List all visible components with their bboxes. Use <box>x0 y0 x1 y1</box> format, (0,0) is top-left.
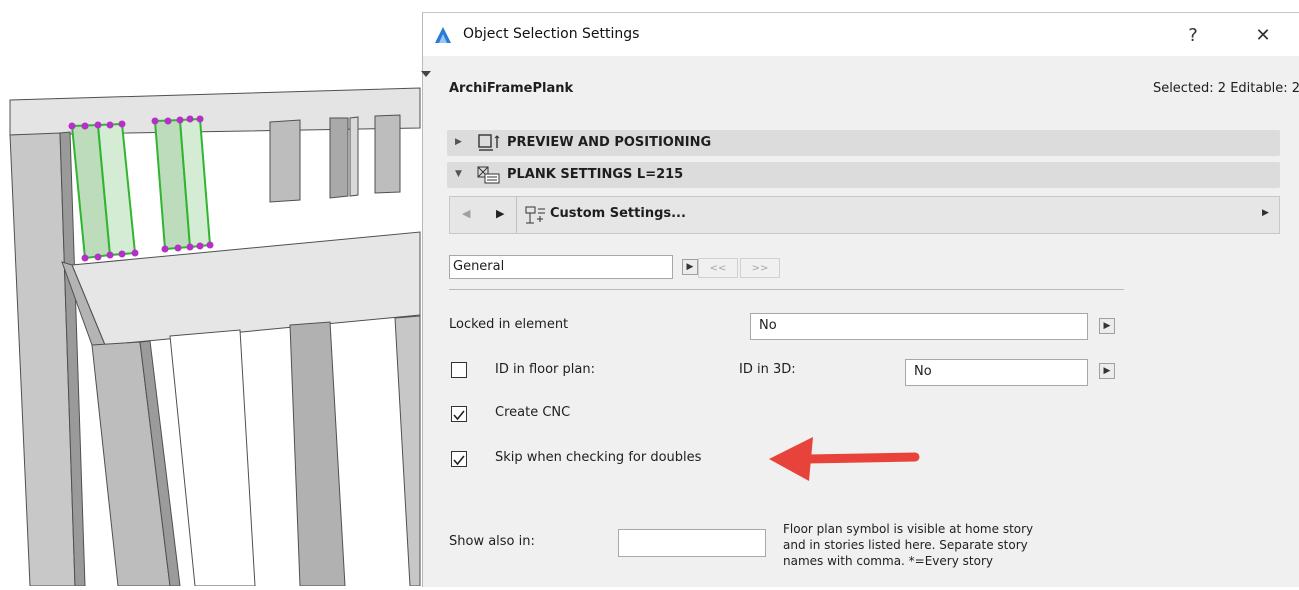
next-page-button[interactable]: >> <box>740 258 780 278</box>
page-select-value: General <box>453 259 505 274</box>
object-selection-settings-dialog: Object Selection Settings ? ✕ ArchiFrame… <box>421 12 1299 587</box>
skip-doubles-label: Skip when checking for doubles <box>495 450 702 465</box>
locked-in-element-value: No <box>759 318 777 333</box>
locked-in-element-arrow[interactable]: ▶ <box>1099 318 1115 334</box>
annotation-arrow-icon <box>769 437 920 481</box>
help-line-1: Floor plan symbol is visible at home sto… <box>783 522 1034 536</box>
checkmark-icon <box>453 455 465 466</box>
help-button[interactable]: ? <box>1175 21 1211 49</box>
show-also-in-label: Show also in: <box>449 534 535 549</box>
title-bar[interactable]: Object Selection Settings ? ✕ <box>423 13 1299 56</box>
show-also-in-input[interactable] <box>618 529 766 557</box>
id-3d-arrow[interactable]: ▶ <box>1099 363 1115 379</box>
archicad-app-icon <box>435 27 451 43</box>
close-button[interactable]: ✕ <box>1245 21 1281 49</box>
help-line-3: names with comma. *=Every story <box>783 554 993 568</box>
panel-preview-label: PREVIEW AND POSITIONING <box>507 135 712 150</box>
locked-in-element-label: Locked in element <box>449 317 569 332</box>
previous-page-button[interactable]: << <box>698 258 738 278</box>
custom-settings-icon <box>525 206 545 224</box>
object-name: ArchiFramePlank <box>449 81 574 96</box>
id-3d-select[interactable]: No <box>905 359 1088 386</box>
panel-plank-settings[interactable]: ▼ PLANK SETTINGS L=215 <box>447 162 1280 188</box>
id-floor-plan-label: ID in floor plan: <box>495 362 595 377</box>
panel-plank-label: PLANK SETTINGS L=215 <box>507 167 684 182</box>
page-select[interactable]: General <box>449 255 673 279</box>
create-cnc-label: Create CNC <box>495 405 571 420</box>
collapse-triangle-icon: ▼ <box>455 169 462 179</box>
preview-positioning-icon <box>478 134 500 151</box>
custom-settings-menu-arrow[interactable]: ▶ <box>1262 208 1269 218</box>
plank-settings-icon <box>477 166 500 184</box>
previous-settings-button[interactable]: ◀ <box>462 207 470 220</box>
custom-settings-button[interactable]: Custom Settings... <box>550 206 686 221</box>
page-select-arrow[interactable]: ▶ <box>682 259 698 275</box>
custom-settings-bar: ◀ ▶ Custom Settings... ▶ <box>449 196 1280 234</box>
create-cnc-checkbox[interactable] <box>451 406 467 422</box>
help-line-2: and in stories listed here. Separate sto… <box>783 538 1028 552</box>
next-settings-button[interactable]: ▶ <box>496 207 504 220</box>
panel-preview-and-positioning[interactable]: ▶ PREVIEW AND POSITIONING <box>447 130 1280 156</box>
selection-status: Selected: 2 Editable: 2 <box>1152 81 1299 96</box>
id-floor-plan-checkbox[interactable] <box>451 362 467 378</box>
expand-triangle-icon: ▶ <box>455 137 462 147</box>
dialog-title: Object Selection Settings <box>463 26 640 42</box>
separator-line <box>449 289 1124 290</box>
locked-in-element-select[interactable]: No <box>750 313 1088 340</box>
collapse-triangle-icon[interactable] <box>421 71 431 77</box>
show-also-in-help: Floor plan symbol is visible at home sto… <box>783 521 1033 569</box>
id-3d-label: ID in 3D: <box>739 362 796 377</box>
toolbar-divider <box>516 197 517 233</box>
skip-doubles-checkbox[interactable] <box>451 451 467 467</box>
id-3d-value: No <box>914 364 932 379</box>
checkmark-icon <box>453 410 465 421</box>
